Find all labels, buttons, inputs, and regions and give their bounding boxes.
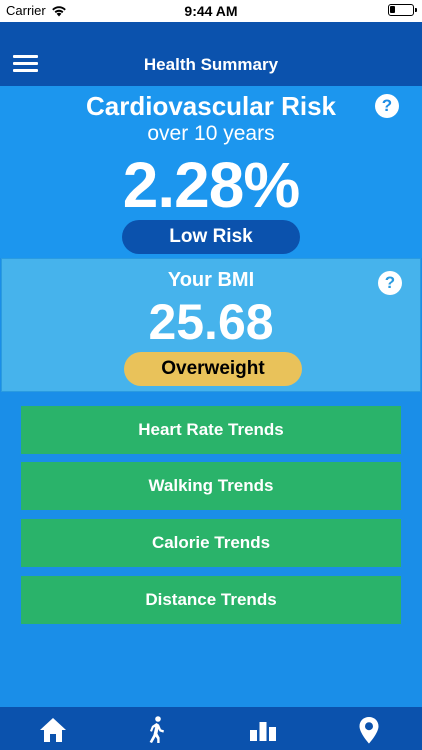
calorie-trends-button[interactable]: Calorie Trends: [21, 519, 401, 567]
distance-trends-button[interactable]: Distance Trends: [21, 576, 401, 624]
battery-icon: [388, 4, 417, 16]
status-time: 9:44 AM: [184, 3, 238, 19]
nav-bar: Health Summary: [0, 22, 422, 86]
tab-bar: [0, 707, 422, 750]
cardio-risk-subtitle: over 10 years: [147, 122, 275, 145]
bmi-help-icon[interactable]: ?: [378, 271, 402, 295]
walking-icon[interactable]: [141, 715, 171, 745]
bmi-category-badge: Overweight: [124, 352, 302, 386]
page-title: Health Summary: [143, 55, 279, 74]
home-icon[interactable]: [38, 715, 68, 745]
bmi-panel: Your BMI 25.68 Overweight ?: [1, 258, 421, 392]
bmi-title: Your BMI: [167, 269, 255, 291]
cardio-help-icon[interactable]: ?: [375, 94, 399, 118]
location-pin-icon[interactable]: [354, 715, 384, 745]
heart-rate-trends-button[interactable]: Heart Rate Trends: [21, 406, 401, 454]
bar-chart-icon[interactable]: [248, 715, 278, 745]
walking-trends-button[interactable]: Walking Trends: [21, 462, 401, 510]
cardio-risk-value: 2.28%: [122, 149, 300, 221]
risk-level-badge: Low Risk: [122, 220, 300, 254]
cardio-risk-title: Cardiovascular Risk: [85, 91, 336, 121]
cardio-risk-panel: Cardiovascular Risk over 10 years 2.28% …: [0, 86, 422, 258]
status-bar: Carrier 9:44 AM: [0, 0, 422, 22]
bmi-value: 25.68: [148, 294, 274, 350]
status-right: [388, 4, 417, 16]
